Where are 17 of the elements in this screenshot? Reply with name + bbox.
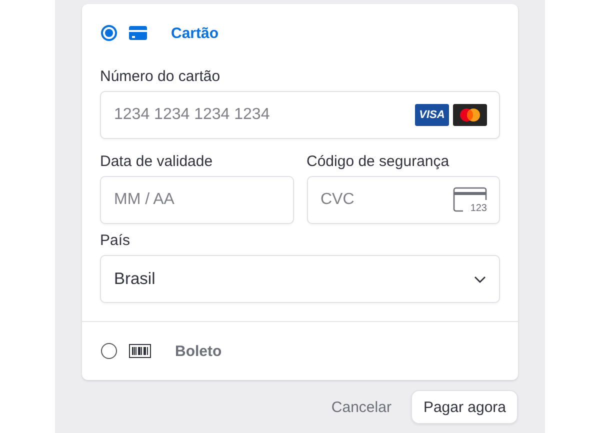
country-select[interactable]: Brasil — [100, 255, 500, 303]
visa-logo: VISA — [415, 104, 449, 126]
credit-card-icon — [129, 26, 147, 40]
barcode-icon — [129, 344, 151, 358]
radio-button[interactable] — [101, 343, 117, 359]
radio-button[interactable] — [101, 25, 117, 41]
mastercard-logo — [453, 104, 487, 126]
field-label: País — [100, 232, 130, 249]
pay-button[interactable]: Pagar agora — [411, 390, 518, 424]
field-label: Código de segurança — [306, 153, 450, 170]
field-label: Data de validade — [100, 153, 213, 170]
payment-method-label[interactable]: Boleto — [175, 342, 222, 360]
payment-method-label[interactable]: Cartão — [171, 24, 219, 42]
field-label: Número do cartão — [100, 68, 220, 85]
chevron-down-icon — [474, 276, 486, 282]
expiry-field[interactable]: MM / AA — [100, 176, 294, 224]
cancel-button[interactable]: Cancelar — [331, 398, 392, 416]
